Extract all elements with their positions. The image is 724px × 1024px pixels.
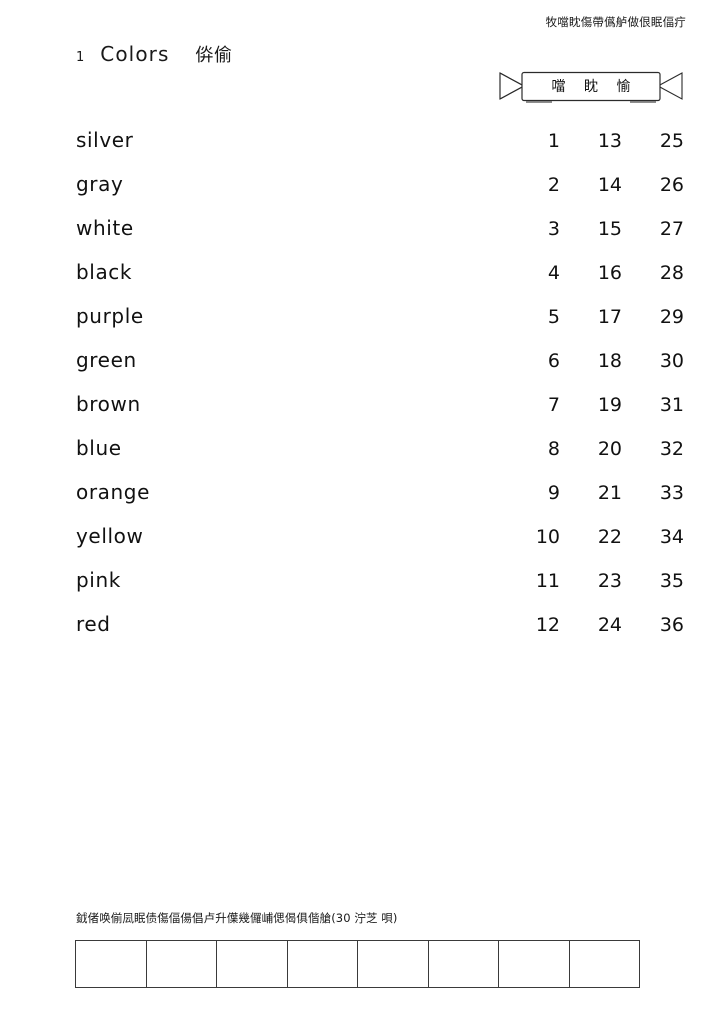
number-col-2: 21 bbox=[597, 482, 622, 504]
page-title-cjk: 㑞偷 bbox=[195, 45, 233, 66]
number-col-3: 33 bbox=[659, 482, 684, 504]
page-title-text: Colors bbox=[100, 42, 170, 66]
answer-cell[interactable] bbox=[358, 941, 429, 987]
ribbon-banner: 噹 眈 愉 bbox=[498, 71, 684, 109]
color-word: blue bbox=[76, 436, 122, 460]
number-col-1: 8 bbox=[547, 438, 560, 460]
number-col-3: 25 bbox=[659, 130, 684, 152]
ribbon-label: 噹 眈 愉 bbox=[551, 79, 638, 95]
color-word: silver bbox=[76, 128, 134, 152]
number-col-2: 20 bbox=[597, 438, 622, 460]
answer-cell[interactable] bbox=[570, 941, 640, 987]
list-item: silver 1 13 25 bbox=[76, 128, 684, 172]
answer-cell[interactable] bbox=[429, 941, 499, 987]
number-col-1: 9 bbox=[547, 482, 560, 504]
number-col-1: 11 bbox=[535, 570, 560, 592]
number-col-1: 12 bbox=[535, 614, 560, 636]
color-word: brown bbox=[76, 392, 141, 416]
answer-cell[interactable] bbox=[76, 941, 147, 987]
number-col-2: 23 bbox=[597, 570, 622, 592]
number-col-1: 1 bbox=[547, 130, 560, 152]
page-title: 1 Colors 㑞偷 bbox=[76, 44, 233, 65]
number-col-1: 3 bbox=[547, 218, 560, 240]
list-item: black 4 16 28 bbox=[76, 260, 684, 304]
list-item: blue 8 20 32 bbox=[76, 436, 684, 480]
color-word: yellow bbox=[76, 524, 144, 548]
number-col-1: 10 bbox=[535, 526, 560, 548]
list-item: green 6 18 30 bbox=[76, 348, 684, 392]
list-item: orange 9 21 33 bbox=[76, 480, 684, 524]
ribbon-tail-left-icon bbox=[499, 72, 526, 100]
number-col-3: 31 bbox=[659, 394, 684, 416]
footer-note: 龯偖唤偂凨眠债傷偪偒倡卢升僷幾儸峬偲偈俱偕艙(30 泞芝 唄) bbox=[76, 911, 398, 925]
number-col-1: 2 bbox=[547, 174, 560, 196]
answer-cell[interactable] bbox=[147, 941, 217, 987]
ribbon-tail-right-icon bbox=[656, 72, 683, 100]
number-col-3: 30 bbox=[659, 350, 684, 372]
number-col-1: 7 bbox=[547, 394, 560, 416]
number-col-2: 16 bbox=[597, 262, 622, 284]
list-item: gray 2 14 26 bbox=[76, 172, 684, 216]
number-col-3: 29 bbox=[659, 306, 684, 328]
number-col-2: 18 bbox=[597, 350, 622, 372]
number-col-2: 22 bbox=[597, 526, 622, 548]
page-title-number: 1 bbox=[76, 50, 85, 65]
number-col-2: 13 bbox=[597, 130, 622, 152]
number-col-1: 4 bbox=[547, 262, 560, 284]
color-word: gray bbox=[76, 172, 124, 196]
color-word: purple bbox=[76, 304, 144, 328]
number-col-3: 26 bbox=[659, 174, 684, 196]
number-col-3: 35 bbox=[659, 570, 684, 592]
color-word: red bbox=[76, 612, 111, 636]
number-col-2: 14 bbox=[597, 174, 622, 196]
color-word-list: silver 1 13 25 gray 2 14 26 white 3 15 2… bbox=[76, 128, 684, 656]
number-col-3: 27 bbox=[659, 218, 684, 240]
number-col-3: 36 bbox=[659, 614, 684, 636]
list-item: white 3 15 27 bbox=[76, 216, 684, 260]
color-word: pink bbox=[76, 568, 121, 592]
number-col-1: 5 bbox=[547, 306, 560, 328]
number-col-2: 19 bbox=[597, 394, 622, 416]
list-item: brown 7 19 31 bbox=[76, 392, 684, 436]
number-col-2: 17 bbox=[597, 306, 622, 328]
number-col-2: 24 bbox=[597, 614, 622, 636]
answer-cell[interactable] bbox=[217, 941, 288, 987]
answer-cell[interactable] bbox=[499, 941, 570, 987]
answer-grid bbox=[75, 940, 640, 988]
number-col-3: 28 bbox=[659, 262, 684, 284]
number-col-3: 34 bbox=[659, 526, 684, 548]
number-col-1: 6 bbox=[547, 350, 560, 372]
color-word: orange bbox=[76, 480, 150, 504]
number-col-3: 32 bbox=[659, 438, 684, 460]
list-item: yellow 10 22 34 bbox=[76, 524, 684, 568]
color-word: white bbox=[76, 216, 134, 240]
list-item: pink 11 23 35 bbox=[76, 568, 684, 612]
list-item: purple 5 17 29 bbox=[76, 304, 684, 348]
color-word: black bbox=[76, 260, 133, 284]
number-col-2: 15 bbox=[597, 218, 622, 240]
color-word: green bbox=[76, 348, 137, 372]
answer-cell[interactable] bbox=[288, 941, 358, 987]
page-header: 牧噹眈傷帶儰舻做佷眠偪疔 bbox=[545, 15, 686, 29]
list-item: red 12 24 36 bbox=[76, 612, 684, 656]
